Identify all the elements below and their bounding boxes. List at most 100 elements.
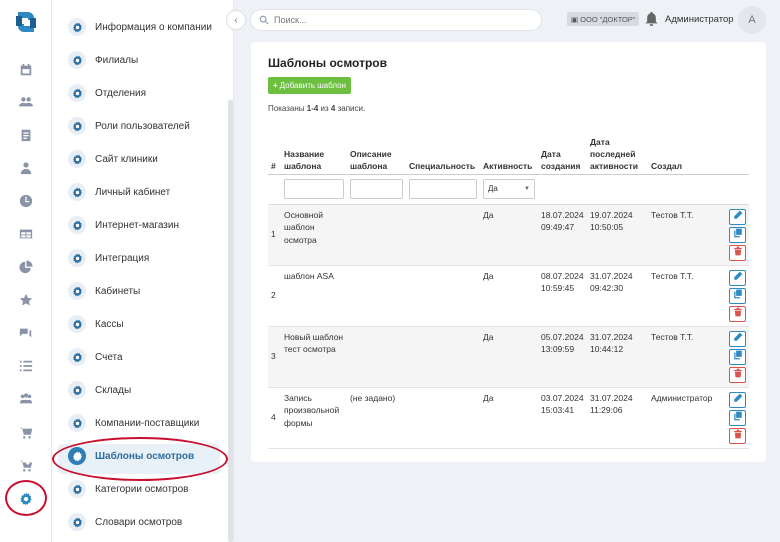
table-row[interactable]: 4 Запись произвольной формы (не задано) Да 0… [268, 387, 749, 448]
copy-button[interactable] [729, 226, 746, 243]
copy-button[interactable] [729, 409, 746, 426]
edit-button[interactable] [729, 330, 746, 347]
star-icon[interactable] [16, 290, 36, 310]
edit-button[interactable] [729, 269, 746, 286]
sidebar-item[interactable]: Словари осмотров [68, 511, 182, 533]
sidebar-item[interactable]: Филиалы [68, 49, 138, 71]
clipboard-icon[interactable] [16, 125, 36, 145]
copy-button[interactable] [729, 348, 746, 365]
edit-button[interactable] [729, 208, 746, 225]
column-header[interactable]: Дата создания [538, 126, 587, 174]
row-index: 2 [271, 290, 276, 301]
delete-button[interactable] [729, 305, 746, 322]
column-header[interactable]: Название шаблона [281, 126, 347, 174]
search-icon [259, 15, 269, 25]
add-template-button[interactable]: + Добавить шаблон [268, 77, 351, 94]
sidebar-item[interactable]: Компании-поставщики [68, 412, 199, 434]
cart-icon[interactable] [16, 423, 36, 443]
row-index: 3 [271, 351, 276, 362]
chat-icon[interactable] [16, 323, 36, 343]
doctor-icon[interactable] [16, 158, 36, 178]
row-index: 4 [271, 412, 276, 423]
gear-icon [68, 282, 86, 300]
sidebar-item[interactable]: Кассы [68, 313, 124, 335]
activity-filter-select[interactable]: Да ▼ [483, 179, 535, 199]
sidebar-item[interactable]: Категории осмотров [68, 478, 189, 500]
avatar[interactable]: A [738, 6, 766, 34]
templates-table: # Название шаблона Описание шаблона Спец… [268, 126, 749, 449]
trash-icon [733, 307, 743, 321]
sidebar-item-label: Склады [95, 384, 132, 396]
gear-icon [68, 150, 86, 168]
sidebar-scrollbar[interactable] [228, 100, 233, 542]
organization-name: ООО "ДОКТОР" [580, 14, 636, 24]
sidebar-item-label: Кассы [95, 318, 124, 330]
calendar-icon[interactable] [16, 60, 36, 80]
organization-badge[interactable]: ▣ ООО "ДОКТОР" [567, 12, 640, 26]
pie-chart-icon[interactable] [16, 257, 36, 277]
sidebar-item[interactable]: Информация о компании [68, 16, 212, 38]
delete-button[interactable] [729, 244, 746, 261]
sidebar-item-label: Интеграция [95, 252, 150, 264]
collapse-sidebar-button[interactable]: ‹ [226, 10, 246, 30]
column-header[interactable]: Специальность [406, 126, 480, 174]
column-header[interactable]: Дата последней активности [587, 126, 648, 174]
table-row[interactable]: 2 шаблон ASA Да 08.07.2024 10:59:45 31.07.20… [268, 265, 749, 326]
gear-icon [68, 84, 86, 102]
sidebar-item[interactable]: Отделения [68, 82, 146, 104]
table-row[interactable]: 1 Основной шаблон осмотра Да 18.07.2024 09:… [268, 204, 749, 265]
sidebar-item[interactable]: Интернет-магазин [68, 214, 179, 236]
sidebar-item[interactable]: Интеграция [68, 247, 149, 269]
users-icon[interactable] [16, 92, 36, 112]
template-name: Запись произвольной формы [284, 392, 340, 428]
template-description [347, 204, 406, 265]
last-activity-date: 31.07.2024 11:29:06 [590, 392, 633, 416]
specialty-filter-input[interactable] [409, 179, 477, 199]
sidebar-item[interactable]: Сайт клиники [68, 148, 158, 170]
sidebar-item[interactable]: Счета [68, 346, 123, 368]
copy-icon [733, 411, 743, 425]
search-box[interactable] [250, 9, 542, 31]
table-header: # Название шаблона Описание шаблона Спец… [268, 126, 749, 174]
created-date: 08.07.2024 10:59:45 [541, 270, 584, 294]
table-row[interactable]: 3 Новый шаблон тест осмотра Да 05.07.2024 1… [268, 326, 749, 387]
search-input[interactable] [274, 15, 524, 25]
sidebar-item[interactable]: Склады [68, 379, 131, 401]
sidebar-item[interactable]: Кабинеты [68, 280, 140, 302]
gear-icon [68, 117, 86, 135]
icon-rail [0, 0, 52, 542]
row-index: 1 [271, 229, 276, 240]
sidebar-item-label: Кабинеты [95, 285, 141, 297]
template-specialty [406, 265, 480, 326]
column-header: # [271, 160, 276, 171]
clock-icon[interactable] [16, 191, 36, 211]
column-header[interactable]: Описание шаблона [347, 126, 406, 174]
list-icon[interactable] [16, 356, 36, 376]
user-name[interactable]: Администратор [665, 14, 734, 25]
template-activity: Да [483, 209, 494, 220]
column-header[interactable]: Активность [480, 126, 538, 174]
sidebar-item-label: Отделения [95, 87, 147, 99]
delete-button[interactable] [729, 366, 746, 383]
template-activity: Да [483, 331, 494, 342]
cart-add-icon[interactable] [16, 456, 36, 476]
gear-icon [68, 18, 86, 36]
logo-icon[interactable] [12, 8, 40, 36]
sidebar-item[interactable]: Личный кабинет [68, 181, 170, 203]
template-activity: Да [483, 270, 494, 281]
sidebar-item-label: Категории осмотров [95, 483, 189, 495]
last-activity-date: 31.07.2024 09:42:30 [590, 270, 633, 294]
delete-button[interactable] [729, 427, 746, 444]
group-icon[interactable] [16, 389, 36, 409]
sidebar-item[interactable]: Роли пользователей [68, 115, 190, 137]
add-template-label: Добавить шаблон [279, 81, 346, 90]
sidebar-item-label: Информация о компании [95, 21, 212, 33]
template-name: Основной шаблон осмотра [284, 209, 323, 245]
copy-button[interactable] [729, 287, 746, 304]
edit-button[interactable] [729, 391, 746, 408]
column-header[interactable]: Создал [648, 126, 723, 174]
description-filter-input[interactable] [350, 179, 403, 199]
table-icon[interactable] [16, 224, 36, 244]
name-filter-input[interactable] [284, 179, 344, 199]
bell-icon[interactable] [645, 12, 658, 26]
